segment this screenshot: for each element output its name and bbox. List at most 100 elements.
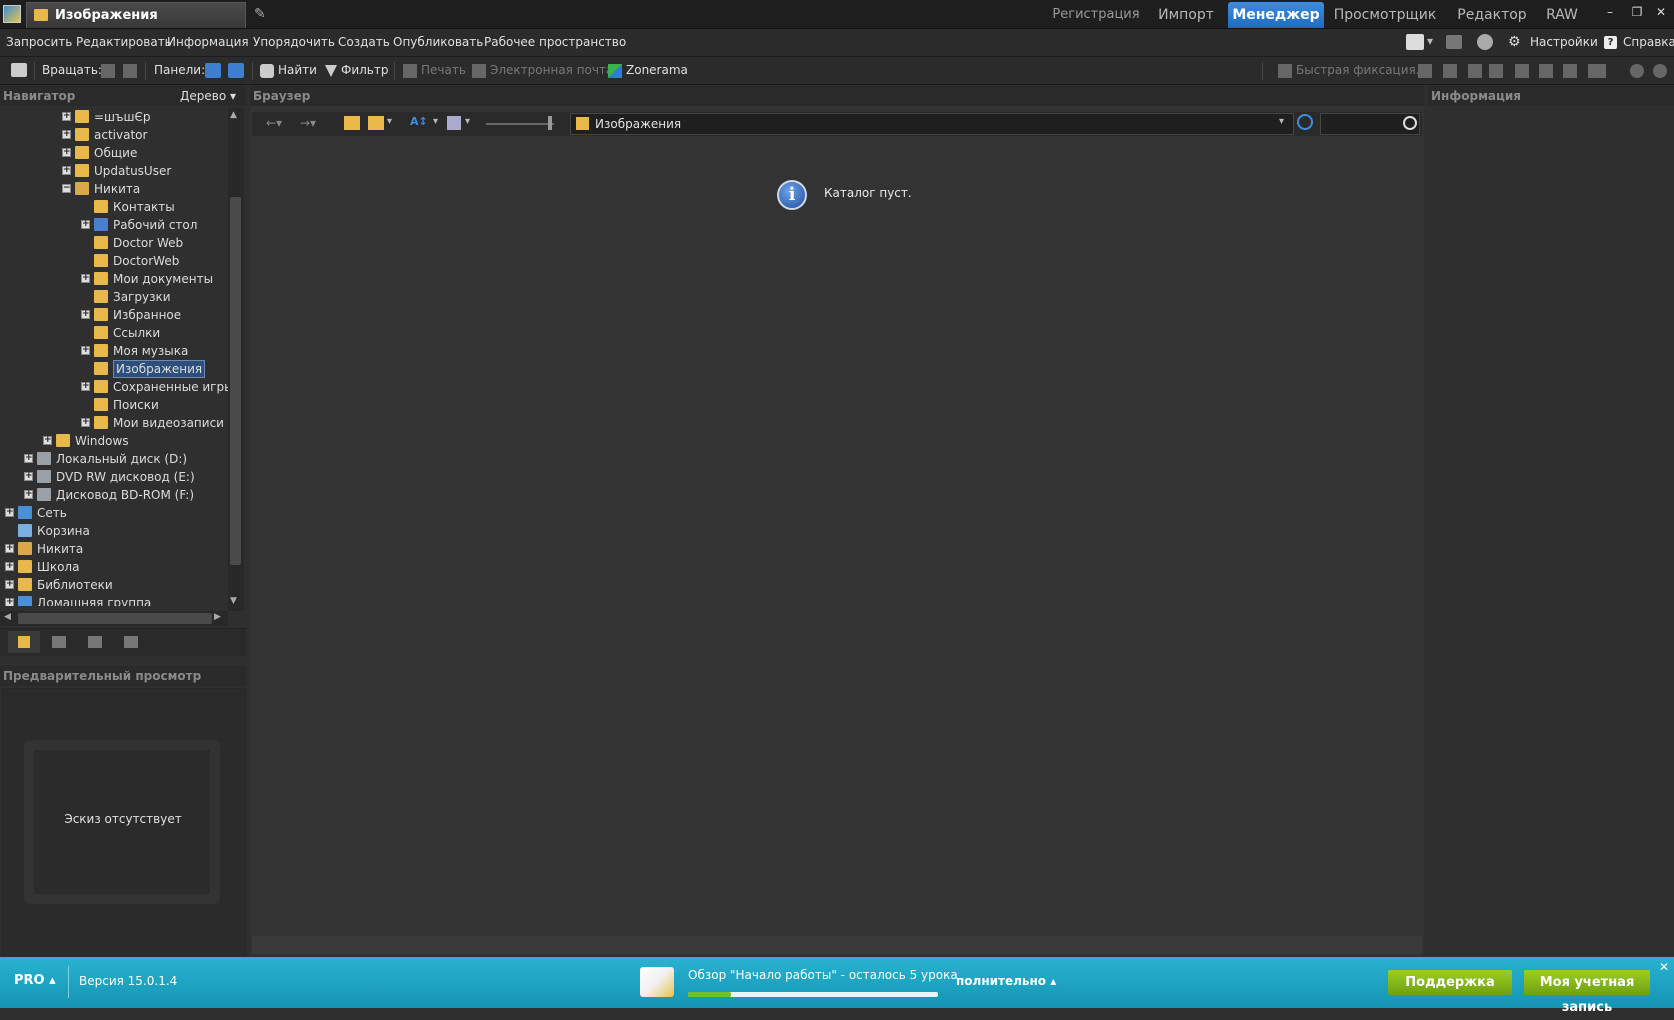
support-button[interactable]: Поддержка [1388,970,1512,995]
tab-raw[interactable]: RAW [1540,2,1584,28]
search-icon[interactable] [1403,116,1417,130]
path-dropdown-icon[interactable]: ▾ [1279,116,1284,127]
tree-node[interactable]: + Сеть [0,504,228,522]
chevron-down-icon[interactable]: ▾ [465,116,470,127]
close-window-button[interactable]: ✕ [1650,2,1672,22]
tree-node[interactable]: + Школа [0,558,228,576]
tree-node[interactable]: + UpdatusUser [0,162,228,180]
expand-icon[interactable]: + [81,418,90,427]
zonerama-button[interactable]: Zonerama [608,57,688,84]
tree-node[interactable]: Корзина [0,522,228,540]
expand-icon[interactable]: + [43,436,52,445]
tree-node[interactable]: Контакты [0,198,228,216]
tree-node[interactable]: + Windows [0,432,228,450]
menu-create[interactable]: Создать [338,29,390,56]
tab-registration[interactable]: Регистрация [1050,2,1142,28]
new-tab-icon[interactable]: ✎ [254,6,268,22]
email-button[interactable]: Электронная почта [472,57,613,84]
red-eye-icon[interactable] [1489,64,1503,78]
chevron-down-icon[interactable]: ▾ [1427,34,1433,48]
tree-node[interactable]: + Библиотеки [0,576,228,594]
quick-fix-button[interactable]: Быстрая фиксация... [1278,57,1427,84]
tab-manager[interactable]: Менеджер [1228,2,1324,28]
gear-icon[interactable]: ⚙ [1508,29,1521,56]
panel-toggle-icon[interactable] [205,63,221,78]
expand-icon[interactable]: + [5,562,14,571]
tree-node[interactable]: + DVD RW дисковод (E:) [0,468,228,486]
rotate-right-icon[interactable] [123,64,137,78]
tree-node[interactable]: + =шъшЄр [0,108,228,126]
filter-button[interactable]: Фильтр [325,57,388,84]
tree-node[interactable]: + Мои документы [0,270,228,288]
rotate-left-icon[interactable] [101,64,115,78]
expand-icon[interactable]: + [81,310,90,319]
expand-icon[interactable]: + [62,148,71,157]
expand-icon[interactable]: + [81,274,90,283]
collapse-icon[interactable]: − [62,184,71,193]
close-bottom-bar-button[interactable]: ✕ [1659,960,1669,974]
tree-node[interactable]: DoctorWeb [0,252,228,270]
help-button[interactable]: Справка [1623,29,1674,56]
expand-icon[interactable]: + [5,598,14,606]
resize-icon[interactable] [1443,64,1457,78]
scroll-down-icon[interactable]: ▼ [230,596,237,606]
menu-organize[interactable]: Упорядочить [253,29,335,56]
tree-node[interactable]: + Локальный диск (D:) [0,450,228,468]
file-browser-area[interactable] [252,138,1422,934]
expand-icon[interactable]: + [5,580,14,589]
globe-icon[interactable] [1477,34,1493,50]
scroll-up-icon[interactable]: ▲ [230,110,237,120]
effects-icon[interactable] [1563,64,1577,78]
tree-node[interactable]: − Никита [0,180,228,198]
tree-node[interactable]: + Общие [0,144,228,162]
menu-acquire[interactable]: Запросить [6,29,72,56]
tree-node[interactable]: + Рабочий стол [0,216,228,234]
tree-node[interactable]: + activator [0,126,228,144]
refresh-tool-icon[interactable] [1653,64,1667,78]
app-logo-icon[interactable] [3,5,21,23]
tree-node[interactable]: + Избранное [0,306,228,324]
chevron-down-icon[interactable]: ▾ [387,116,392,127]
scroll-right-icon[interactable]: ▶ [214,612,221,622]
monitor-icon[interactable] [1446,35,1462,49]
camera-icon[interactable] [11,63,27,77]
sort-icon[interactable]: A↕ [410,115,428,128]
tree-scroll-thumb[interactable] [230,197,241,565]
minimize-button[interactable]: – [1599,2,1621,22]
image-options-icon[interactable] [1406,34,1424,50]
compare-icon[interactable] [124,636,138,648]
slider-handle[interactable] [548,116,552,130]
levels-icon[interactable] [1539,64,1553,78]
tree-node[interactable]: Изображения [0,360,228,378]
expand-icon[interactable]: + [62,166,71,175]
expand-icon[interactable]: + [81,382,90,391]
menu-information[interactable]: Информация [167,29,249,56]
tab-editor[interactable]: Редактор [1452,2,1532,28]
brush-icon[interactable] [1468,64,1482,78]
expand-icon[interactable]: + [62,130,71,139]
edition-badge[interactable]: PRO ▴ [14,973,56,988]
albums-icon[interactable] [88,636,102,648]
find-button[interactable]: Найти [260,57,317,84]
expand-icon[interactable]: + [5,508,14,517]
expand-icon[interactable]: + [5,544,14,553]
tree-node[interactable]: Ссылки [0,324,228,342]
restore-button[interactable]: ❐ [1626,2,1648,22]
tutorial-text[interactable]: Обзор "Начало работы" - осталось 5 урока [688,968,958,982]
expand-icon[interactable]: + [81,346,90,355]
tree-node[interactable]: + Моя музыка [0,342,228,360]
more-button[interactable]: полнительно ▴ [956,974,1056,988]
forward-arrow-icon[interactable]: →▾ [300,116,316,130]
batch-icon[interactable] [1588,64,1606,78]
tree-node[interactable]: + Сохраненные игры [0,378,228,396]
my-account-button[interactable]: Моя учетная запись [1524,970,1650,1015]
tree-view-dropdown[interactable]: Дерево ▾ [180,86,236,106]
tree-node[interactable]: + Мои видеозаписи [0,414,228,432]
menu-publish[interactable]: Опубликовать [393,29,483,56]
expand-icon[interactable]: + [24,454,33,463]
tree-node[interactable]: + Домашняя группа [0,594,228,606]
menu-edit[interactable]: Редактировать [76,29,172,56]
back-arrow-icon[interactable]: ←▾ [266,116,282,130]
expand-icon[interactable]: + [62,112,71,121]
refresh-icon[interactable] [1297,114,1313,130]
